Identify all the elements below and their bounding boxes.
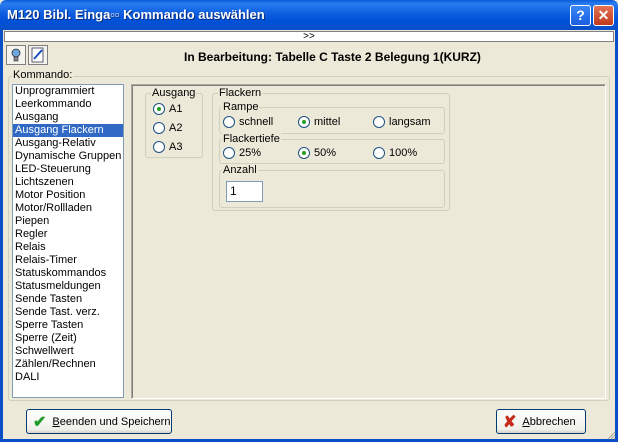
- cancel-button-label: Abbrechen: [522, 415, 576, 428]
- kommando-list-item[interactable]: Sperre Tasten: [13, 319, 123, 332]
- anzahl-legend: Anzahl: [222, 164, 258, 176]
- radio-langsam[interactable]: langsam: [373, 116, 431, 128]
- kommando-list-item[interactable]: LED-Steuerung: [13, 163, 123, 176]
- toolbar: In Bearbeitung: Tabelle C Taste 2 Belegu…: [4, 43, 614, 69]
- radio-25[interactable]: 25%: [223, 147, 261, 159]
- kommando-list-item[interactable]: Leerkommando: [13, 98, 123, 111]
- anzahl-input[interactable]: 1: [226, 181, 263, 202]
- radio-50[interactable]: 50%: [298, 147, 336, 159]
- anzahl-group: Anzahl 1: [219, 164, 445, 208]
- radio-a1[interactable]: A1: [153, 103, 182, 115]
- kommando-list-item[interactable]: DALI: [13, 371, 123, 384]
- kommando-list-item[interactable]: Ausgang Flackern: [13, 124, 123, 137]
- settings-panel: Ausgang A1 A2 A3 Flackern Rampe schnell …: [131, 84, 606, 399]
- rampe-group: Rampe schnell mittel langsam: [219, 101, 445, 134]
- title-bar: M120 Bibl. Einga▫▫ Kommando auswählen ? …: [0, 0, 618, 30]
- window-title: M120 Bibl. Einga▫▫ Kommando auswählen: [7, 7, 265, 22]
- cross-icon: ✘: [503, 413, 517, 431]
- kommando-list-item[interactable]: Piepen: [13, 215, 123, 228]
- radio-langsam-label: langsam: [389, 116, 431, 128]
- radio-50-indicator[interactable]: [298, 147, 310, 159]
- radio-a2-label: A2: [169, 122, 183, 134]
- radio-mittel-indicator[interactable]: [298, 116, 310, 128]
- edit-status: In Bearbeitung: Tabelle C Taste 2 Belegu…: [184, 50, 481, 64]
- cancel-button[interactable]: ✘ Abbrechen: [496, 409, 586, 434]
- edit-note-icon[interactable]: [28, 45, 48, 65]
- help-button[interactable]: ?: [570, 5, 591, 26]
- rampe-legend: Rampe: [222, 101, 260, 113]
- flackertiefe-group: Flackertiefe 25% 50% 100%: [219, 133, 445, 164]
- kommando-label: Kommando:: [12, 69, 74, 81]
- radio-schnell[interactable]: schnell: [223, 116, 273, 128]
- bulb-icon[interactable]: [6, 45, 26, 65]
- close-button[interactable]: ✕: [593, 5, 614, 26]
- flackertiefe-legend: Flackertiefe: [222, 133, 281, 145]
- expander-bar[interactable]: >>: [4, 31, 614, 42]
- kommando-list-item[interactable]: Relais-Timer: [13, 254, 123, 267]
- radio-a3[interactable]: A3: [153, 141, 182, 153]
- kommando-list-item[interactable]: Unprogrammiert: [13, 85, 123, 98]
- radio-schnell-indicator[interactable]: [223, 116, 235, 128]
- radio-a1-label: A1: [169, 103, 183, 115]
- kommando-list-item[interactable]: Statuskommandos: [13, 267, 123, 280]
- kommando-list-item[interactable]: Regler: [13, 228, 123, 241]
- radio-a3-indicator[interactable]: [153, 141, 165, 153]
- kommando-list-item[interactable]: Sperre (Zeit): [13, 332, 123, 345]
- kommando-list-item[interactable]: Statusmeldungen: [13, 280, 123, 293]
- radio-schnell-label: schnell: [239, 116, 274, 128]
- radio-mittel[interactable]: mittel: [298, 116, 340, 128]
- radio-50-label: 50%: [314, 147, 337, 159]
- kommando-list-item[interactable]: Dynamische Gruppen: [13, 150, 123, 163]
- radio-25-label: 25%: [239, 147, 262, 159]
- radio-100[interactable]: 100%: [373, 147, 417, 159]
- radio-a2[interactable]: A2: [153, 122, 182, 134]
- checkmark-icon: ✔: [33, 413, 47, 431]
- flackern-group: Flackern Rampe schnell mittel langsam Fl…: [212, 87, 450, 211]
- radio-100-label: 100%: [389, 147, 418, 159]
- radio-langsam-indicator[interactable]: [373, 116, 385, 128]
- ausgang-group: Ausgang A1 A2 A3: [145, 87, 203, 158]
- flackern-legend: Flackern: [218, 87, 263, 99]
- kommando-list-item[interactable]: Motor Position: [13, 189, 123, 202]
- kommando-list[interactable]: Unprogrammiert Leerkommando Ausgang Ausgang…: [12, 84, 124, 398]
- radio-100-indicator[interactable]: [373, 147, 385, 159]
- kommando-list-item[interactable]: Sende Tast. verz.: [13, 306, 123, 319]
- save-and-exit-button[interactable]: ✔ Beenden und Speichern: [26, 409, 172, 434]
- radio-a1-indicator[interactable]: [153, 103, 165, 115]
- kommando-list-item[interactable]: Motor/Rollladen: [13, 202, 123, 215]
- radio-mittel-label: mittel: [314, 116, 341, 128]
- kommando-list-item[interactable]: Lichtszenen: [13, 176, 123, 189]
- kommando-list-item[interactable]: Ausgang: [13, 111, 123, 124]
- radio-25-indicator[interactable]: [223, 147, 235, 159]
- ausgang-legend: Ausgang: [151, 87, 197, 99]
- save-button-label: Beenden und Speichern: [52, 415, 171, 428]
- radio-a3-label: A3: [169, 141, 183, 153]
- kommando-list-item[interactable]: Ausgang-Relativ: [13, 137, 123, 150]
- kommando-list-item[interactable]: Sende Tasten: [13, 293, 123, 306]
- kommando-list-item[interactable]: Schwellwert: [13, 345, 123, 358]
- radio-a2-indicator[interactable]: [153, 122, 165, 134]
- kommando-list-item[interactable]: Zählen/Rechnen: [13, 358, 123, 371]
- resize-grip-icon[interactable]: [606, 430, 616, 440]
- kommando-list-item[interactable]: Relais: [13, 241, 123, 254]
